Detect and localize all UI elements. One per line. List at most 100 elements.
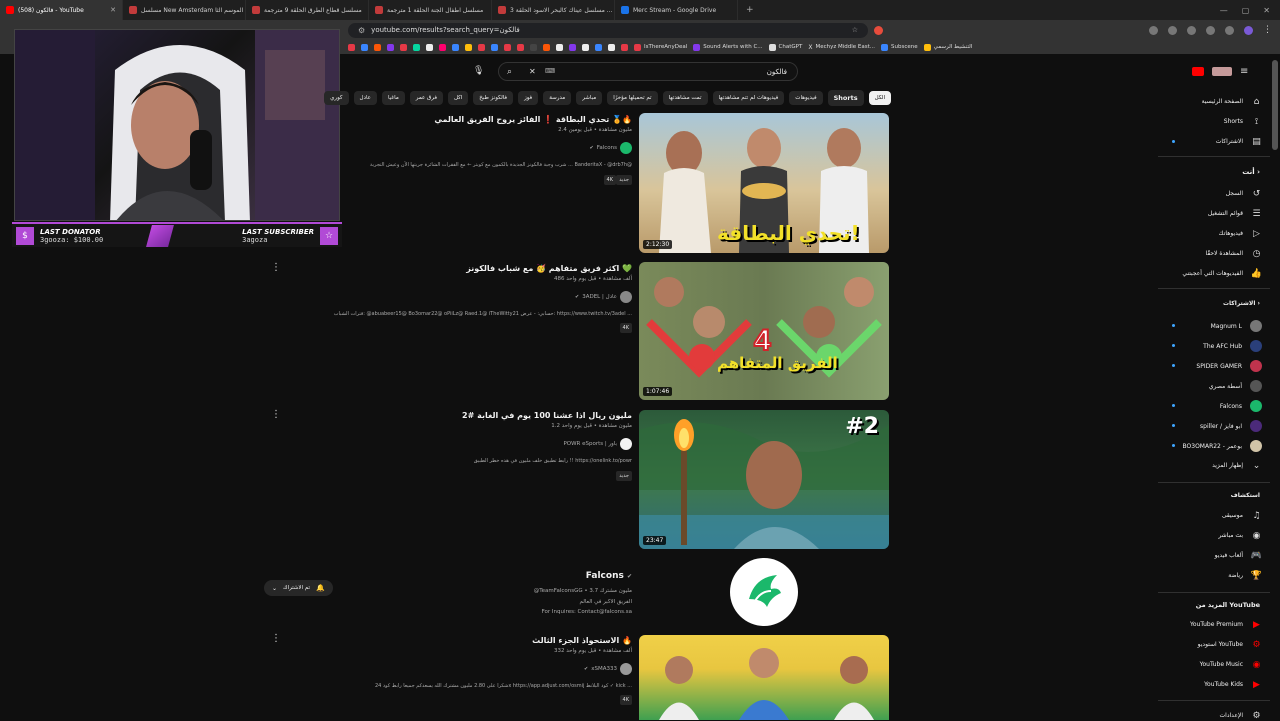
sidebar-sub-spider-gamer[interactable]: SPIDER GAMER <box>1196 360 1262 372</box>
sidebar-sub-spiller[interactable]: spiller / ابو فايز <box>1200 420 1262 432</box>
subscribed-button[interactable]: ⌄ تم الاشتراك 🔔 <box>264 580 333 596</box>
sidebar-you-header[interactable]: أنت › <box>1242 168 1260 176</box>
microphone-icon[interactable]: 🎙 <box>473 66 484 76</box>
bookmark-icon[interactable] <box>439 43 446 51</box>
profile-avatar[interactable] <box>1244 25 1253 35</box>
sidebar-item-home[interactable]: الصفحة الرئيسية ⌂ <box>1202 96 1262 107</box>
bookmark-star-icon[interactable]: ☆ <box>852 26 858 34</box>
video-thumbnail[interactable]: #2 23:47 <box>639 410 889 549</box>
bookmark-icon[interactable] <box>374 43 381 51</box>
bookmark-icon[interactable] <box>452 43 459 51</box>
channel-link[interactable]: ✔ Falcons <box>589 142 632 154</box>
sidebar-item-history[interactable]: السجل ↺ <box>1226 188 1262 199</box>
video-title[interactable]: الاستحواذ الجزء الثالث 🔥 <box>532 636 632 645</box>
bookmark-icon[interactable] <box>621 43 628 51</box>
sidebar-item-your-videos[interactable]: فيديوهاتك ▷ <box>1219 228 1262 239</box>
bookmark-icon[interactable] <box>478 43 485 51</box>
video-title[interactable]: مليون ريال اذا عشنا 100 يوم في الغابة #2 <box>462 411 632 420</box>
browser-menu-icon[interactable]: ⋮ <box>1263 25 1272 35</box>
chip-adel[interactable]: عادل <box>353 91 377 105</box>
minimize-icon[interactable]: — <box>1220 6 1228 15</box>
chip-magia[interactable]: ماغيا <box>381 91 405 105</box>
bookmark-icon[interactable] <box>569 43 576 51</box>
bookmark-chatgpt[interactable]: ChatGPT <box>768 43 802 51</box>
bookmark-icon[interactable] <box>413 43 420 51</box>
bookmark-icon[interactable] <box>595 43 602 51</box>
bookmark-icon[interactable] <box>348 43 355 51</box>
extension-icon[interactable] <box>1187 25 1196 35</box>
extension-icon[interactable] <box>1225 25 1234 35</box>
youtube-logo-area[interactable]: ≡ <box>1192 66 1248 77</box>
channel-avatar[interactable] <box>620 438 632 450</box>
channel-link[interactable]: ✔ 3ADEL | عادل <box>575 291 632 303</box>
chip-food[interactable]: اكل <box>447 91 469 105</box>
chip-omar[interactable]: فرق عمر <box>409 91 443 105</box>
bookmark-icon[interactable] <box>361 43 368 51</box>
sidebar-sub-magnum[interactable]: Magnum L <box>1211 320 1262 332</box>
sidebar-item-settings[interactable]: الإعدادات ⚙ <box>1220 710 1262 721</box>
sidebar-item-music-app[interactable]: YouTube Music ◉ <box>1200 659 1262 670</box>
extension-icon[interactable] <box>1149 25 1158 35</box>
channel-avatar[interactable] <box>620 142 632 154</box>
tab-5[interactable]: مسلسل عيناك كالبحر الاسود الحلقة 3 ... <box>492 0 615 20</box>
chip-recent[interactable]: تم تحميلها مؤخرًا <box>607 91 658 105</box>
bookmark-icon[interactable] <box>400 43 407 51</box>
bookmark-icon[interactable] <box>465 43 472 51</box>
chip-win[interactable]: فوز <box>518 91 539 105</box>
sidebar-sub-osta-masri[interactable]: أسطة مصري <box>1209 380 1262 392</box>
tab-6[interactable]: Merc Stream - Google Drive <box>615 0 738 20</box>
sidebar-item-studio[interactable]: استوديو YouTube ⚙ <box>1198 639 1262 650</box>
more-actions-icon[interactable]: ⋮ <box>271 409 281 420</box>
bookmark-subscene[interactable]: Subscene <box>881 43 918 51</box>
falcons-channel-avatar[interactable] <box>730 558 798 626</box>
bookmark-mechyz[interactable]: X Mechyz Middle East... <box>808 44 875 51</box>
more-actions-icon[interactable]: ⋮ <box>271 262 281 273</box>
chip-shorts[interactable]: Shorts <box>827 90 864 106</box>
sidebar-item-watch-later[interactable]: المشاهدة لاحقًا ◷ <box>1205 248 1262 259</box>
close-window-icon[interactable]: ✕ <box>1263 6 1270 15</box>
channel-result-name[interactable]: Falcons ✔ <box>586 571 632 581</box>
extension-icon[interactable] <box>1168 25 1177 35</box>
sidebar-item-music[interactable]: موسيقى ♫ <box>1222 510 1262 521</box>
sidebar-sub-falcons[interactable]: Falcons <box>1220 400 1262 412</box>
bookmark-sound-alerts[interactable]: Sound Alerts with C... <box>693 43 763 51</box>
tab-youtube[interactable]: (508) فالكون - YouTube ✕ <box>0 0 123 20</box>
sidebar-item-liked[interactable]: الفيديوهات التي أعجبتني 👍 <box>1182 268 1262 279</box>
sidebar-sub-bo3omar[interactable]: BO3OMAR22 - بوعمر <box>1183 440 1262 452</box>
url-field[interactable]: ⚙ youtube.com/results?search_query=فالكو… <box>348 22 868 38</box>
chip-korean[interactable]: كوري <box>324 91 349 105</box>
keyboard-icon[interactable]: ⌨ <box>545 67 555 75</box>
sidebar-subs-header[interactable]: الاشتراكات › <box>1223 300 1260 307</box>
search-icon[interactable]: ⌕ <box>507 67 512 77</box>
more-actions-icon[interactable]: ⋮ <box>271 633 281 644</box>
sidebar-scrollbar[interactable] <box>1272 60 1278 150</box>
bookmark-icon[interactable] <box>504 43 511 51</box>
chip-live[interactable]: مباشر <box>576 91 603 105</box>
sidebar-item-live[interactable]: بث مباشر ◉ <box>1218 530 1262 541</box>
new-tab-icon[interactable]: + <box>746 5 754 15</box>
bookmark-icon[interactable] <box>426 43 433 51</box>
sidebar-item-subscriptions[interactable]: الاشتراكات ▤ <box>1216 136 1262 147</box>
bookmark-isthereanydeal[interactable]: IsThereAnyDeal <box>634 43 687 51</box>
sidebar-item-shorts[interactable]: Shorts ⟟ <box>1224 116 1262 127</box>
sidebar-item-premium[interactable]: YouTube Premium ▶ <box>1190 619 1262 630</box>
chip-unwatched[interactable]: فيديوهات لم تتم مشاهدتها <box>712 91 785 105</box>
channel-avatar[interactable] <box>620 663 632 675</box>
video-thumbnail[interactable]: تحدي البطاقة! 2:12:30 <box>639 113 889 253</box>
bookmark-icon[interactable] <box>387 43 394 51</box>
bookmark-icon[interactable] <box>608 43 615 51</box>
channel-avatar[interactable] <box>620 291 632 303</box>
sidebar-item-gaming[interactable]: ألعاب فيديو 🎮 <box>1215 550 1262 561</box>
chip-falcons-cooking[interactable]: فالكونز طبخ <box>473 91 514 105</box>
chip-school[interactable]: مدرسة <box>543 91 572 105</box>
search-input[interactable]: ⌕ ✕ ⌨ فالكون <box>498 62 798 81</box>
sidebar-item-kids[interactable]: YouTube Kids ▶ <box>1204 679 1262 690</box>
site-info-icon[interactable]: ⚙ <box>358 26 365 35</box>
clear-search-icon[interactable]: ✕ <box>529 67 536 76</box>
sidebar-show-more[interactable]: إظهار المزيد ⌄ <box>1212 460 1262 471</box>
bookmark-icon[interactable] <box>491 43 498 51</box>
sidebar-item-sports[interactable]: رياضة 🏆 <box>1228 570 1262 581</box>
tab-2[interactable]: مسلسل New Amsterdam الموسم الثا <box>123 0 246 20</box>
bookmark-icon[interactable] <box>530 43 537 51</box>
hamburger-menu-icon[interactable]: ≡ <box>1240 66 1248 77</box>
